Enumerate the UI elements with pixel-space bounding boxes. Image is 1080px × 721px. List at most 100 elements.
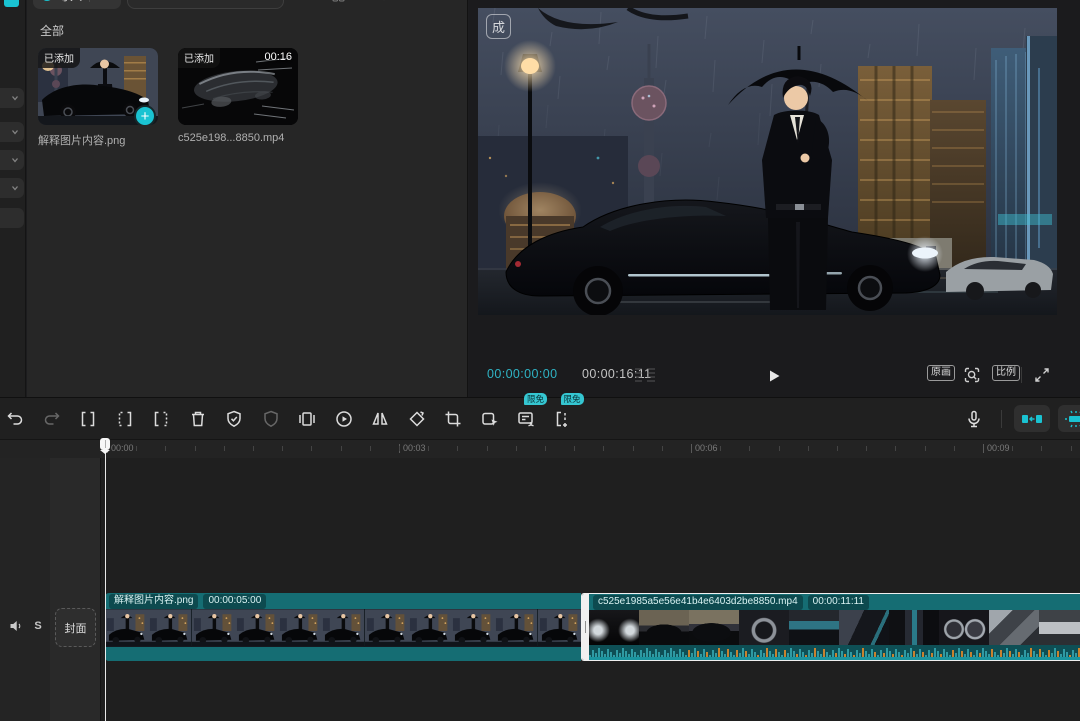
- ruler-minor-tick: [311, 446, 312, 451]
- ruler-minor-tick: [224, 446, 225, 451]
- frame-thumbnail: [408, 609, 451, 647]
- media-item-png[interactable]: 已添加 + 解释图片内容.png: [38, 48, 158, 148]
- rail-category-3[interactable]: [0, 150, 24, 170]
- frame-thumbnail: [939, 610, 989, 645]
- playhead-handle[interactable]: [100, 438, 110, 450]
- smart-matting-button[interactable]: [219, 404, 249, 434]
- trash-icon: [187, 408, 209, 430]
- redo-button[interactable]: [37, 404, 67, 434]
- split-keep-right-button[interactable]: [146, 404, 176, 434]
- video-preview[interactable]: 成: [478, 8, 1057, 315]
- play-icon: [766, 368, 782, 384]
- limited-free-badge: 限免: [561, 393, 584, 406]
- frame-thumbnail: [321, 609, 364, 647]
- add-to-timeline-button[interactable]: +: [134, 105, 156, 125]
- frame-thumbnail: [689, 610, 739, 645]
- mark-in-button[interactable]: 限免: [548, 404, 578, 434]
- smart-caption-button[interactable]: 限免: [511, 404, 541, 434]
- clip-filmstrip: [589, 610, 1080, 645]
- ruler-minor-tick: [136, 446, 137, 451]
- timeline-clip-png[interactable]: 解释图片内容.png 00:00:05:00: [105, 593, 581, 661]
- media-thumbnail[interactable]: 已添加 +: [38, 48, 158, 125]
- rotate-button[interactable]: [402, 404, 432, 434]
- playhead[interactable]: [99, 438, 111, 721]
- auto-snap-toggle[interactable]: [1014, 405, 1050, 432]
- divider: [1001, 410, 1002, 428]
- freeze-frame-button[interactable]: [292, 404, 322, 434]
- import-button[interactable]: 导入: [33, 0, 121, 9]
- clip-filmstrip: [105, 609, 581, 647]
- added-badge: 已添加: [38, 48, 80, 68]
- cover-button[interactable]: 封面: [55, 608, 96, 647]
- ruler-minor-tick: [457, 446, 458, 451]
- delete-button[interactable]: [183, 404, 213, 434]
- original-quality-button[interactable]: 原画: [927, 365, 955, 381]
- frame-thumbnail: [789, 610, 839, 645]
- watermark-badge: 成: [486, 14, 511, 39]
- chroma-key-button[interactable]: [256, 404, 286, 434]
- media-item-mp4[interactable]: 已添加 00:16 c525e198...8850.mp4: [178, 48, 298, 144]
- ruler-minor-tick: [487, 446, 488, 451]
- aspect-ratio-button[interactable]: 比例: [992, 365, 1020, 381]
- media-duration: 00:16: [264, 51, 292, 63]
- ruler-label: 00:06: [695, 443, 718, 453]
- mark-in-icon: [552, 408, 574, 430]
- grid-view-icon[interactable]: [327, 0, 349, 6]
- ruler-major-tick: [691, 444, 692, 453]
- reverse-button[interactable]: [329, 404, 359, 434]
- split-icon: [77, 408, 99, 430]
- split-keep-left-button[interactable]: [110, 404, 140, 434]
- split-button[interactable]: [73, 404, 103, 434]
- undo-button[interactable]: [0, 404, 30, 434]
- ruler-minor-tick: [749, 446, 750, 451]
- zoom-fit-button[interactable]: [959, 362, 985, 388]
- play-button[interactable]: [760, 362, 788, 390]
- ruler-minor-tick: [1012, 446, 1013, 451]
- current-timecode: 00:00:00:00: [487, 367, 557, 381]
- timeline: 00:0000:0300:0600:09 S 封面 解释图片内容.png 00:…: [0, 440, 1080, 721]
- track-row-controls: S: [0, 593, 50, 661]
- section-label-all: 全部: [40, 22, 64, 39]
- crop-button[interactable]: [438, 404, 468, 434]
- time-ruler[interactable]: 00:0000:0300:0600:09: [0, 440, 1080, 458]
- media-search[interactable]: [127, 0, 284, 9]
- quality-grid-icon[interactable]: [632, 365, 658, 385]
- linkage-icon: [1064, 410, 1080, 428]
- crop-icon: [442, 408, 464, 430]
- shield-icon: [260, 408, 282, 430]
- media-thumbnail[interactable]: 已添加 00:16: [178, 48, 298, 125]
- tracks-area[interactable]: S 封面 解释图片内容.png 00:00:05:00 c525e1985a5e…: [0, 458, 1080, 721]
- ruler-minor-tick: [282, 446, 283, 451]
- sort-icon[interactable]: [369, 0, 391, 6]
- chevron-down-icon: [10, 93, 20, 103]
- reverse-play-icon: [333, 408, 355, 430]
- left-rail: [0, 0, 26, 398]
- fullscreen-button[interactable]: [1029, 362, 1055, 388]
- record-voiceover-button[interactable]: [959, 404, 989, 434]
- snap-icon: [1021, 411, 1043, 427]
- timeline-clip-mp4-selected[interactable]: c525e1985a5e56e41b4e6403d2be8850.mp4 00:…: [581, 593, 1080, 661]
- preview-axis-toggle[interactable]: [1058, 405, 1080, 432]
- ruler-minor-tick: [516, 446, 517, 451]
- rail-category-1[interactable]: [0, 88, 24, 108]
- rail-category-5[interactable]: [0, 208, 24, 228]
- track-solo-button[interactable]: S: [29, 615, 47, 637]
- track-mute-button[interactable]: [5, 615, 27, 637]
- rail-category-4[interactable]: [0, 178, 24, 198]
- trim-handle-left[interactable]: [582, 594, 589, 660]
- frame-thumbnail: [839, 610, 889, 645]
- speaker-icon: [8, 618, 24, 634]
- overlay-select-button[interactable]: [475, 404, 505, 434]
- mirror-button[interactable]: [365, 404, 395, 434]
- filter-icon[interactable]: [419, 0, 441, 6]
- ruler-minor-tick: [428, 446, 429, 451]
- frame-thumbnail: [192, 609, 235, 647]
- search-input[interactable]: [152, 0, 276, 1]
- media-tab-icon[interactable]: [4, 0, 19, 7]
- search-icon: [135, 0, 147, 1]
- media-filename: 解释图片内容.png: [38, 132, 158, 148]
- limited-free-badge: 限免: [524, 393, 547, 406]
- rail-category-2[interactable]: [0, 122, 24, 142]
- ruler-minor-tick: [399, 446, 400, 451]
- frame-thumbnail: [889, 610, 939, 645]
